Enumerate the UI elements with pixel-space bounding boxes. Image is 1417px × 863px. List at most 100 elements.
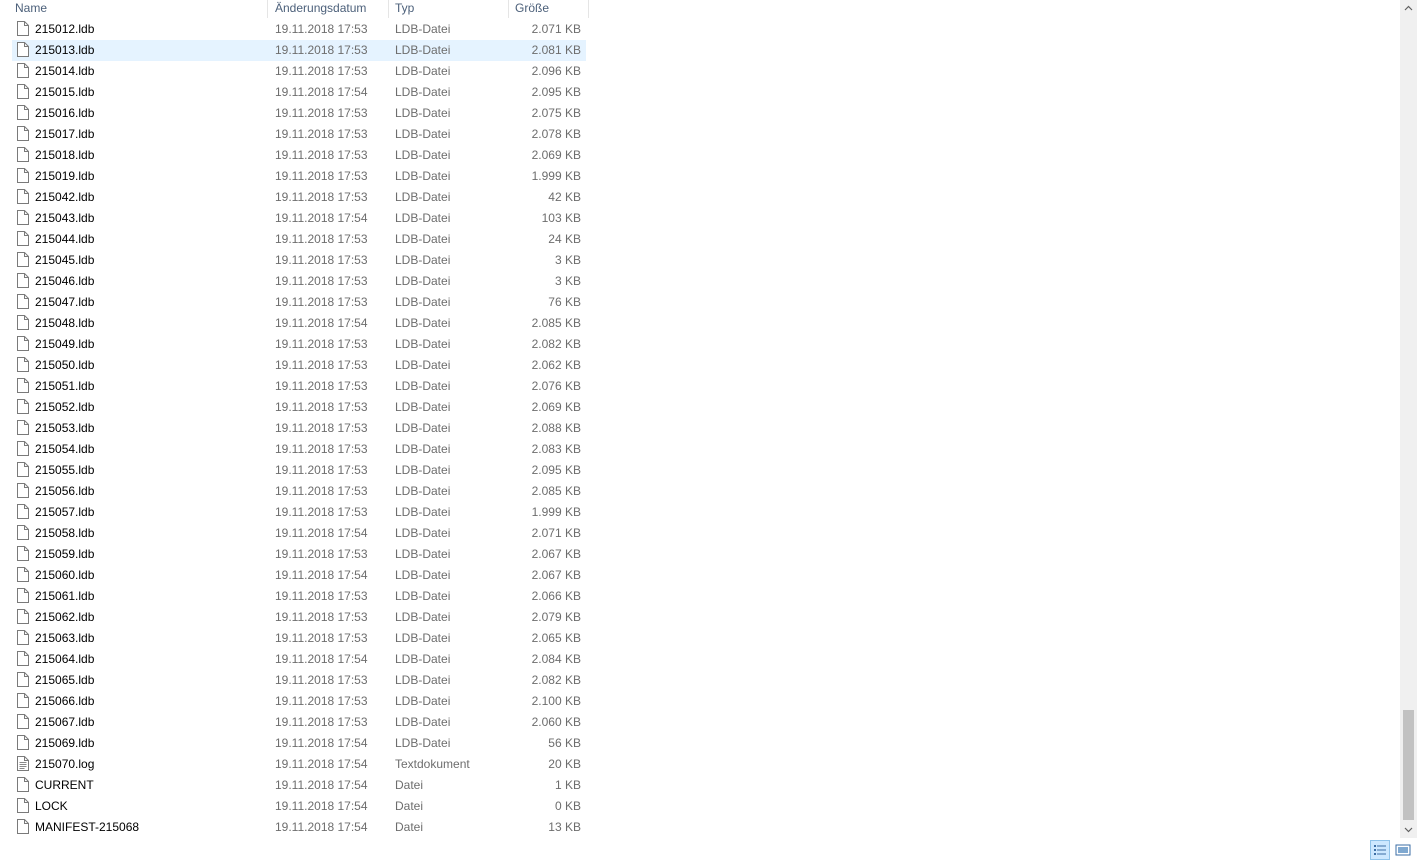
file-date: 19.11.2018 17:53 [275, 673, 368, 687]
file-row[interactable]: 215063.ldb 19.11.2018 17:53 LDB-Datei 2.065… [12, 628, 586, 649]
details-view-button[interactable] [1370, 840, 1390, 860]
file-row[interactable]: 215056.ldb 19.11.2018 17:53 LDB-Datei 2.085… [12, 481, 586, 502]
file-icon [17, 168, 29, 183]
file-date: 19.11.2018 17:53 [275, 106, 368, 120]
file-row[interactable]: 215045.ldb 19.11.2018 17:53 LDB-Datei 3 KB [12, 250, 586, 271]
file-name: 215016.ldb [35, 106, 95, 120]
file-type: LDB-Datei [395, 631, 451, 645]
details-view-icon [1374, 845, 1386, 855]
file-list: 215012.ldb 19.11.2018 17:53 LDB-Datei 2.071… [12, 19, 586, 838]
column-header-name[interactable]: Name [10, 0, 268, 18]
file-row[interactable]: 215012.ldb 19.11.2018 17:53 LDB-Datei 2.071… [12, 19, 586, 40]
file-date: 19.11.2018 17:53 [275, 610, 368, 624]
file-name: 215013.ldb [35, 43, 95, 57]
file-date: 19.11.2018 17:54 [275, 568, 368, 582]
file-size: 3 KB [554, 253, 581, 267]
scroll-thumb[interactable] [1403, 710, 1414, 820]
file-row[interactable]: 215065.ldb 19.11.2018 17:53 LDB-Datei 2.082… [12, 670, 586, 691]
file-date: 19.11.2018 17:53 [275, 358, 368, 372]
file-row[interactable]: 215053.ldb 19.11.2018 17:53 LDB-Datei 2.088… [12, 418, 586, 439]
file-row[interactable]: 215017.ldb 19.11.2018 17:53 LDB-Datei 2.078… [12, 124, 586, 145]
file-name: 215062.ldb [35, 610, 95, 624]
file-row[interactable]: 215043.ldb 19.11.2018 17:54 LDB-Datei 103 K… [12, 208, 586, 229]
file-row[interactable]: 215057.ldb 19.11.2018 17:53 LDB-Datei 1.999… [12, 502, 586, 523]
file-row[interactable]: 215046.ldb 19.11.2018 17:53 LDB-Datei 3 KB [12, 271, 586, 292]
file-row[interactable]: 215058.ldb 19.11.2018 17:54 LDB-Datei 2.071… [12, 523, 586, 544]
file-icon [17, 210, 29, 225]
file-type: LDB-Datei [395, 211, 451, 225]
file-row[interactable]: 215047.ldb 19.11.2018 17:53 LDB-Datei 76 KB [12, 292, 586, 313]
file-type: LDB-Datei [395, 169, 451, 183]
file-row[interactable]: 215019.ldb 19.11.2018 17:53 LDB-Datei 1.999… [12, 166, 586, 187]
file-name: 215061.ldb [35, 589, 95, 603]
file-icon [17, 693, 29, 708]
file-name: 215047.ldb [35, 295, 95, 309]
file-name: 215052.ldb [35, 400, 95, 414]
scroll-down-arrow-icon[interactable] [1400, 821, 1417, 838]
file-size: 2.069 KB [531, 400, 581, 414]
column-header-date[interactable]: Änderungsdatum [270, 0, 389, 18]
file-type: LDB-Datei [395, 64, 451, 78]
file-row[interactable]: 215060.ldb 19.11.2018 17:54 LDB-Datei 2.067… [12, 565, 586, 586]
file-row[interactable]: 215044.ldb 19.11.2018 17:53 LDB-Datei 24 KB [12, 229, 586, 250]
file-row[interactable]: 215054.ldb 19.11.2018 17:53 LDB-Datei 2.083… [12, 439, 586, 460]
file-row[interactable]: 215042.ldb 19.11.2018 17:53 LDB-Datei 42 KB [12, 187, 586, 208]
file-row[interactable]: CURRENT 19.11.2018 17:54 Datei 1 KB [12, 775, 586, 796]
file-row[interactable]: 215015.ldb 19.11.2018 17:54 LDB-Datei 2.095… [12, 82, 586, 103]
file-row[interactable]: 215066.ldb 19.11.2018 17:53 LDB-Datei 2.100… [12, 691, 586, 712]
file-row[interactable]: 215062.ldb 19.11.2018 17:53 LDB-Datei 2.079… [12, 607, 586, 628]
file-row[interactable]: 215069.ldb 19.11.2018 17:54 LDB-Datei 56 KB [12, 733, 586, 754]
file-row[interactable]: 215049.ldb 19.11.2018 17:53 LDB-Datei 2.082… [12, 334, 586, 355]
file-date: 19.11.2018 17:53 [275, 589, 368, 603]
file-icon [17, 462, 29, 477]
column-header-size[interactable]: Größe [510, 0, 589, 18]
file-type: LDB-Datei [395, 526, 451, 540]
file-row[interactable]: 215014.ldb 19.11.2018 17:53 LDB-Datei 2.096… [12, 61, 586, 82]
file-row[interactable]: 215070.log 19.11.2018 17:54 Textdokument 20… [12, 754, 586, 775]
file-row[interactable]: 215018.ldb 19.11.2018 17:53 LDB-Datei 2.069… [12, 145, 586, 166]
file-icon [17, 399, 29, 414]
scroll-up-arrow-icon[interactable] [1400, 0, 1417, 17]
text-document-icon [17, 756, 29, 771]
file-row[interactable]: 215061.ldb 19.11.2018 17:53 LDB-Datei 2.066… [12, 586, 586, 607]
column-header-type[interactable]: Typ [390, 0, 509, 18]
file-date: 19.11.2018 17:54 [275, 85, 368, 99]
file-size: 2.071 KB [531, 22, 581, 36]
file-icon [17, 651, 29, 666]
file-name: 215042.ldb [35, 190, 95, 204]
file-icon [17, 588, 29, 603]
file-row[interactable]: 215013.ldb 19.11.2018 17:53 LDB-Datei 2.081… [12, 40, 586, 61]
file-name: 215046.ldb [35, 274, 95, 288]
file-row[interactable]: 215055.ldb 19.11.2018 17:53 LDB-Datei 2.095… [12, 460, 586, 481]
file-size: 2.079 KB [531, 610, 581, 624]
file-row[interactable]: 215048.ldb 19.11.2018 17:54 LDB-Datei 2.085… [12, 313, 586, 334]
file-size: 2.095 KB [531, 463, 581, 477]
file-size: 2.067 KB [531, 547, 581, 561]
file-row[interactable]: 215052.ldb 19.11.2018 17:53 LDB-Datei 2.069… [12, 397, 586, 418]
file-icon [17, 84, 29, 99]
large-icons-view-button[interactable] [1393, 840, 1413, 860]
file-name: 215058.ldb [35, 526, 95, 540]
file-size: 2.076 KB [531, 379, 581, 393]
file-icon [17, 420, 29, 435]
file-row[interactable]: 215050.ldb 19.11.2018 17:53 LDB-Datei 2.062… [12, 355, 586, 376]
file-row[interactable]: 215059.ldb 19.11.2018 17:53 LDB-Datei 2.067… [12, 544, 586, 565]
file-name: 215019.ldb [35, 169, 95, 183]
file-row[interactable]: 215051.ldb 19.11.2018 17:53 LDB-Datei 2.076… [12, 376, 586, 397]
file-type: LDB-Datei [395, 85, 451, 99]
file-date: 19.11.2018 17:54 [275, 757, 368, 771]
file-row[interactable]: 215016.ldb 19.11.2018 17:53 LDB-Datei 2.075… [12, 103, 586, 124]
file-icon [17, 294, 29, 309]
file-size: 2.082 KB [531, 673, 581, 687]
file-name: 215055.ldb [35, 463, 95, 477]
file-icon [17, 273, 29, 288]
file-size: 1 KB [554, 778, 581, 792]
file-size: 2.085 KB [531, 484, 581, 498]
file-row[interactable]: LOCK 19.11.2018 17:54 Datei 0 KB [12, 796, 586, 817]
file-row[interactable]: 215067.ldb 19.11.2018 17:53 LDB-Datei 2.060… [12, 712, 586, 733]
vertical-scrollbar[interactable] [1400, 0, 1417, 838]
file-name: 215064.ldb [35, 652, 95, 666]
file-row[interactable]: MANIFEST-215068 19.11.2018 17:54 Datei 13 K… [12, 817, 586, 838]
file-row[interactable]: 215064.ldb 19.11.2018 17:54 LDB-Datei 2.084… [12, 649, 586, 670]
file-icon [17, 357, 29, 372]
